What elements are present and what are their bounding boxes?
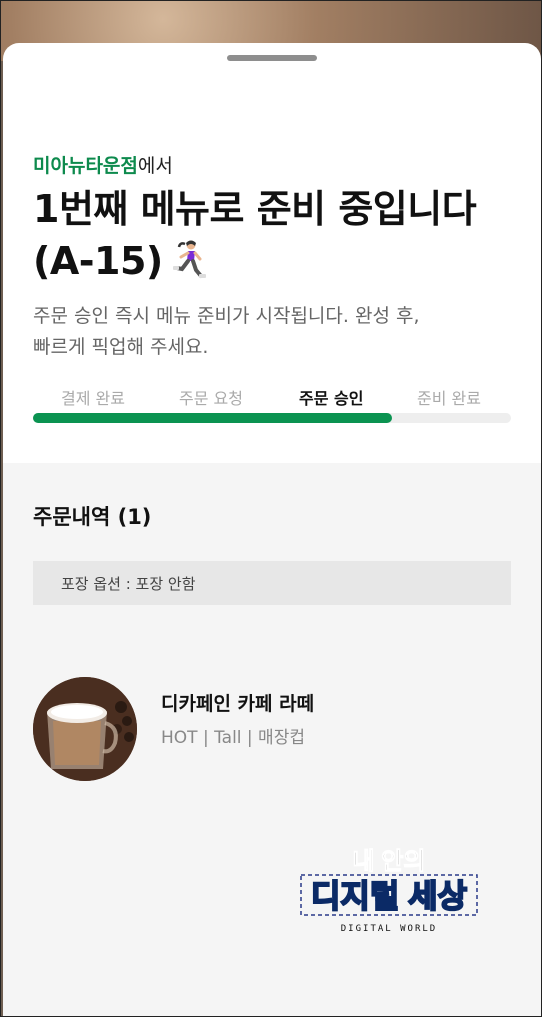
sheet-drag-handle[interactable]	[227, 55, 317, 61]
step-payment-complete: 결제 완료	[61, 389, 125, 408]
status-description: 주문 승인 즉시 메뉴 준비가 시작됩니다. 완성 후, 빠르게 픽업해 주세요…	[33, 301, 503, 363]
title-line-2: (A-15)	[33, 235, 513, 287]
screen: 미아뉴타운점에서 1번째 메뉴로 준비 중입니다 (A-15) 주문 승인 즉시…	[0, 0, 542, 1017]
menu-item-name: 디카페인 카페 라떼	[161, 693, 315, 715]
svg-text:DIGITAL WORLD: DIGITAL WORLD	[341, 924, 437, 934]
progress-track	[33, 413, 511, 423]
latte-cup-image	[33, 677, 137, 781]
order-item[interactable]: 디카페인 카페 라떼 HOT | Tall | 매장컵	[33, 677, 511, 787]
digital-world-watermark-logo: 내 안의 디지털 세상 DIGITAL WORLD	[300, 848, 478, 934]
menu-item-image	[33, 677, 137, 781]
progress-steps: 결제 완료 주문 요청 주문 승인 준비 완료	[33, 385, 511, 409]
svg-text:디지털 세상: 디지털 세상	[311, 878, 467, 914]
order-heading: 주문내역 (1)	[33, 505, 152, 529]
packaging-option-box: 포장 옵션 : 포장 안함	[33, 561, 511, 605]
step-order-requested: 주문 요청	[179, 389, 243, 408]
page-title: 1번째 메뉴로 준비 중입니다 (A-15)	[33, 183, 513, 287]
description-line-2: 빠르게 픽업해 주세요.	[33, 336, 209, 358]
step-ready: 준비 완료	[417, 389, 481, 408]
title-line-1: 1번째 메뉴로 준비 중입니다	[33, 187, 477, 231]
order-number: (A-15)	[33, 239, 163, 283]
menu-item-options: HOT | Tall | 매장컵	[161, 728, 305, 748]
store-line: 미아뉴타운점에서	[33, 151, 173, 178]
running-person-icon	[172, 240, 206, 278]
store-name[interactable]: 미아뉴타운점	[33, 155, 138, 177]
svg-text:내 안의: 내 안의	[353, 848, 426, 875]
description-line-1: 주문 승인 즉시 메뉴 준비가 시작됩니다. 완성 후,	[33, 305, 420, 327]
packaging-option: 포장 옵션 : 포장 안함	[61, 575, 196, 593]
progress-fill	[33, 413, 392, 423]
step-order-approved: 주문 승인	[299, 389, 364, 408]
store-suffix: 에서	[137, 155, 173, 177]
